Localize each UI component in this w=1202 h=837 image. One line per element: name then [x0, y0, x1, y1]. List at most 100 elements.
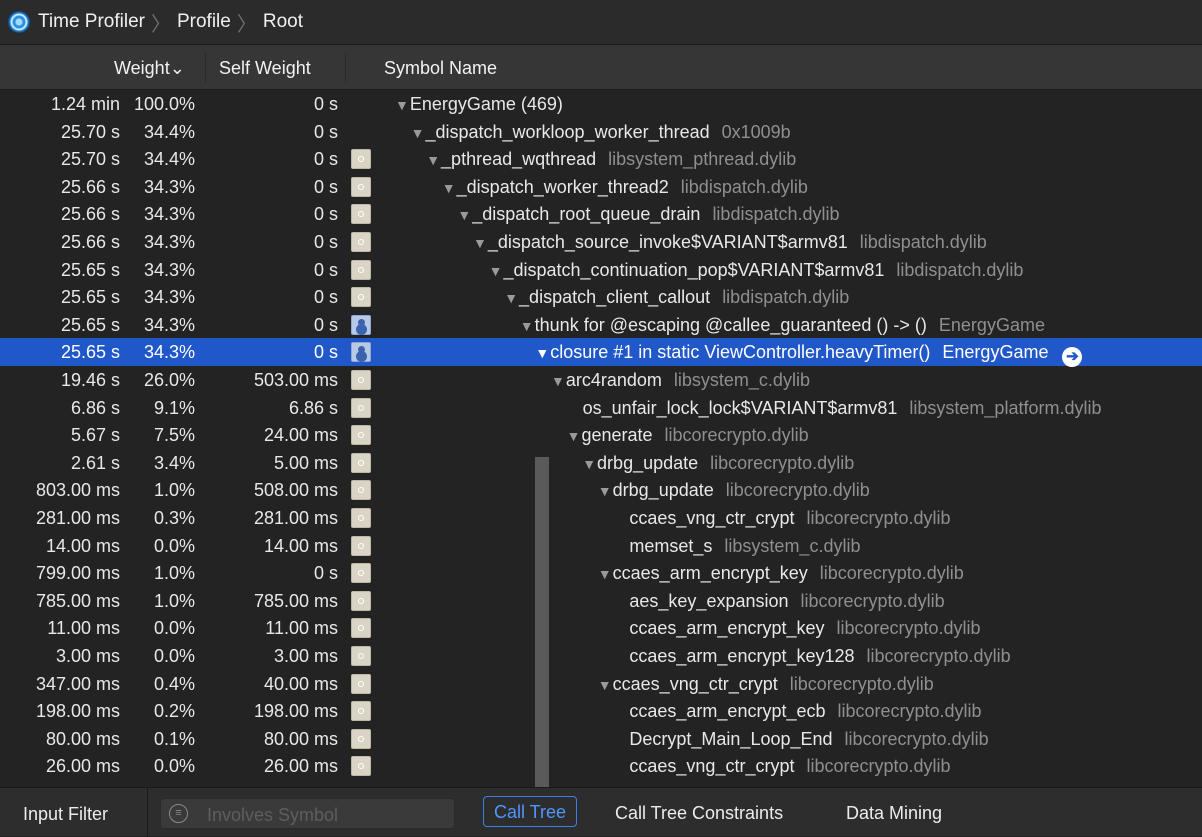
self-weight-cell: 0 s: [313, 314, 338, 335]
system-library-icon: [351, 287, 371, 308]
symbol-name: _dispatch_workloop_worker_thread: [425, 121, 710, 142]
disclosure-triangle-icon[interactable]: ▼: [489, 263, 503, 279]
self-weight-cell: 0 s: [313, 121, 338, 142]
involves-symbol-search[interactable]: ≡: [160, 798, 455, 829]
column-divider[interactable]: [205, 53, 206, 82]
weight-cell: 25.65 s: [60, 342, 120, 363]
table-row[interactable]: 19.46 s 26.0% 503.00 ms ▼arc4random libsyste…: [0, 366, 1202, 394]
table-row[interactable]: 11.00 ms 0.0% 11.00 ms ccaes_arm_encrypt_ke…: [0, 614, 1202, 642]
table-row[interactable]: 25.65 s 34.3% 0 s ▼thunk for @escaping @cal…: [0, 311, 1202, 339]
weight-percent-cell: 34.3%: [143, 204, 195, 225]
disclosure-triangle-icon[interactable]: ▼: [598, 483, 612, 499]
table-row[interactable]: 25.65 s 34.3% 0 s ▼closure #1 in static Vie…: [0, 338, 1202, 368]
user-code-icon: [351, 342, 371, 363]
table-row[interactable]: 25.65 s 34.3% 0 s ▼_dispatch_client_callout…: [0, 283, 1202, 311]
symbol-name: ccaes_vng_ctr_crypt: [629, 756, 795, 777]
disclosure-triangle-icon[interactable]: ▼: [395, 97, 409, 113]
weight-percent-cell: 0.3%: [153, 508, 195, 528]
symbol-name: _dispatch_continuation_pop$VARIANT$armv8…: [503, 259, 885, 280]
disclosure-triangle-icon[interactable]: ▼: [567, 428, 581, 444]
table-row[interactable]: 80.00 ms 0.1% 80.00 ms Decrypt_Main_Loop_En…: [0, 725, 1202, 753]
self-weight-cell: 0 s: [313, 342, 338, 363]
self-weight-cell: 3.00 ms: [273, 646, 338, 666]
system-library-icon: [351, 452, 371, 473]
weight-cell: 25.65 s: [60, 314, 120, 335]
disclosure-triangle-icon[interactable]: ▼: [473, 235, 487, 251]
disclosure-triangle-icon[interactable]: ▼: [520, 318, 534, 334]
weight-cell: 19.46 s: [60, 370, 120, 390]
weight-column-header[interactable]: Weight⌄: [114, 58, 185, 79]
table-row[interactable]: 25.70 s 34.4% 0 s ▼_pthread_wqthread libsyst…: [0, 145, 1202, 173]
table-row[interactable]: 26.00 ms 0.0% 26.00 ms ccaes_vng_ctr_crypt l…: [0, 752, 1202, 780]
table-row[interactable]: 3.00 ms 0.0% 3.00 ms ccaes_arm_encrypt_key1…: [0, 642, 1202, 670]
system-library-icon: [351, 176, 371, 197]
system-library-icon: [351, 259, 371, 280]
system-library-icon: [351, 397, 371, 418]
table-row[interactable]: 6.86 s 9.1% 6.86 s os_unfair_lock_lock$VARI…: [0, 394, 1202, 422]
disclosure-triangle-icon[interactable]: ▼: [598, 677, 612, 693]
disclosure-triangle-icon[interactable]: ▼: [442, 180, 456, 196]
call-tree-outline[interactable]: 1.24 min 100.0% 0 s ▼EnergyGame (469) 25.70 …: [0, 90, 1202, 787]
table-row[interactable]: 281.00 ms 0.3% 281.00 ms ccaes_vng_ctr_cryp…: [0, 504, 1202, 532]
weight-percent-cell: 3.4%: [153, 452, 195, 473]
disclosure-triangle-icon[interactable]: ▼: [504, 290, 518, 306]
weight-cell: 1.24 min: [50, 94, 120, 114]
tab-data-mining[interactable]: Data Mining: [846, 803, 942, 824]
weight-percent-cell: 34.3%: [143, 287, 195, 308]
disclosure-triangle-icon[interactable]: ▼: [411, 125, 425, 141]
disclosure-triangle-icon[interactable]: ▼: [426, 152, 440, 168]
table-row[interactable]: 5.67 s 7.5% 24.00 ms ▼generate libcorecrypto…: [0, 421, 1202, 449]
library-name: libcorecrypto.dylib: [710, 452, 855, 473]
symbol-cell: ▼generate libcorecrypto.dylib: [567, 425, 809, 446]
breadcrumb-item-time-profiler[interactable]: Time Profiler: [38, 11, 145, 33]
system-library-icon: [351, 646, 371, 666]
table-row[interactable]: 785.00 ms 1.0% 785.00 ms aes_key_expansion l…: [0, 587, 1202, 615]
column-divider[interactable]: [345, 53, 346, 82]
table-row[interactable]: 25.66 s 34.3% 0 s ▼_dispatch_worker_thread2…: [0, 173, 1202, 201]
table-row[interactable]: 25.66 s 34.3% 0 s ▼_dispatch_root_queue_dra…: [0, 200, 1202, 228]
disclosure-triangle-icon[interactable]: ▼: [598, 566, 612, 582]
table-row[interactable]: 2.61 s 3.4% 5.00 ms ▼drbg_update libcorecryp…: [0, 449, 1202, 477]
table-row[interactable]: 347.00 ms 0.4% 40.00 ms ▼ccaes_vng_ctr_cryp…: [0, 670, 1202, 698]
self-weight-cell: 281.00 ms: [253, 508, 338, 528]
weight-percent-cell: 0.2%: [153, 701, 195, 722]
table-row[interactable]: 14.00 ms 0.0% 14.00 ms memset_s libsystem_c.…: [0, 532, 1202, 560]
weight-cell: 3.00 ms: [55, 646, 120, 666]
involves-symbol-input[interactable]: [205, 803, 449, 827]
column-header: Weight⌄ Self Weight Symbol Name: [0, 45, 1202, 90]
table-row[interactable]: 25.66 s 34.3% 0 s ▼_dispatch_source_invoke$…: [0, 228, 1202, 256]
disclosure-triangle-icon[interactable]: ▼: [582, 456, 596, 472]
symbol-name: ccaes_vng_ctr_crypt: [612, 673, 778, 694]
weight-cell: 25.66 s: [60, 176, 120, 197]
tab-call-tree-constraints[interactable]: Call Tree Constraints: [615, 803, 783, 824]
weight-cell: 281.00 ms: [35, 508, 120, 528]
weight-cell: 803.00 ms: [35, 480, 120, 501]
filter-icon[interactable]: ≡: [169, 804, 188, 823]
go-to-source-icon[interactable]: ➔: [1062, 347, 1083, 368]
table-row[interactable]: 25.65 s 34.3% 0 s ▼_dispatch_continuation_p…: [0, 256, 1202, 284]
symbol-cell: memset_s libsystem_c.dylib: [629, 536, 860, 557]
chevron-right-icon: 〉: [236, 13, 257, 36]
symbol-name-column-header[interactable]: Symbol Name: [384, 58, 497, 79]
table-row[interactable]: 803.00 ms 1.0% 508.00 ms ▼drbg_update libcor…: [0, 476, 1202, 504]
breadcrumb-item-profile[interactable]: Profile: [177, 11, 231, 33]
symbol-name: aes_key_expansion: [629, 590, 789, 611]
table-row[interactable]: 1.24 min 100.0% 0 s ▼EnergyGame (469): [0, 90, 1202, 118]
symbol-name: _dispatch_root_queue_drain: [472, 204, 701, 225]
self-weight-column-header[interactable]: Self Weight: [219, 58, 311, 79]
symbol-cell: ccaes_arm_encrypt_key libcorecrypto.dylib: [629, 618, 980, 639]
weight-percent-cell: 1.0%: [153, 563, 195, 584]
weight-percent-cell: 34.3%: [143, 232, 195, 252]
table-row[interactable]: 198.00 ms 0.2% 198.00 ms ccaes_arm_encrypt_…: [0, 697, 1202, 725]
weight-cell: 6.86 s: [70, 397, 120, 418]
system-library-icon: [351, 756, 371, 777]
tab-call-tree[interactable]: Call Tree: [483, 796, 578, 827]
disclosure-triangle-icon[interactable]: ▼: [551, 373, 565, 389]
table-row[interactable]: 799.00 ms 1.0% 0 s ▼ccaes_arm_encrypt_key li…: [0, 559, 1202, 587]
table-row[interactable]: 25.70 s 34.4% 0 s ▼_dispatch_workloop_worke…: [0, 118, 1202, 146]
disclosure-triangle-icon[interactable]: ▼: [457, 207, 471, 223]
breadcrumb-item-root[interactable]: Root: [263, 11, 303, 33]
symbol-cell: ccaes_vng_ctr_crypt libcorecrypto.dylib: [629, 508, 950, 529]
self-weight-cell: 0 s: [313, 176, 338, 197]
disclosure-triangle-icon[interactable]: ▼: [535, 345, 549, 361]
